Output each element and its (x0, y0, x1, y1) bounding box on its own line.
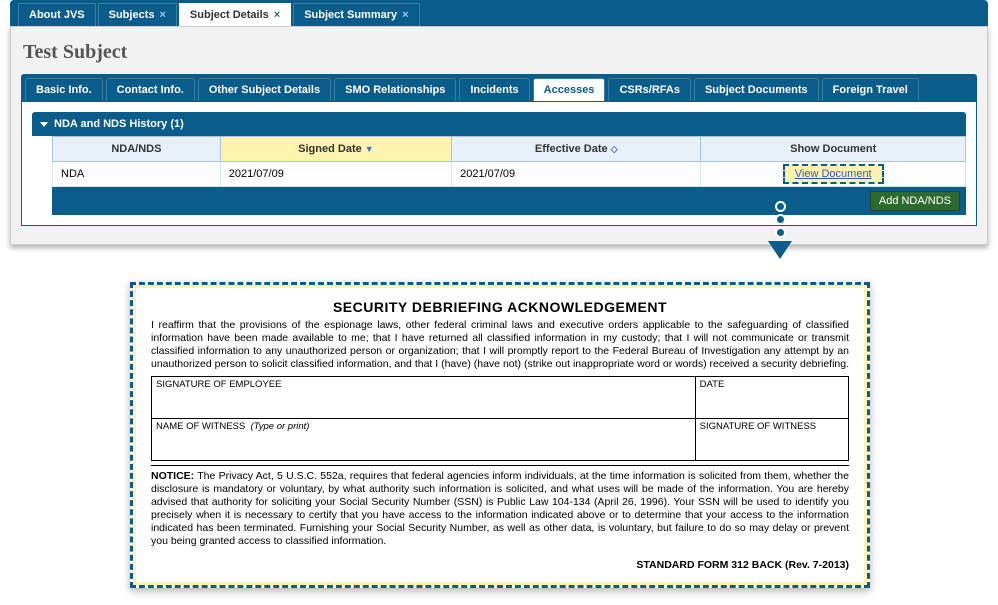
close-icon[interactable]: × (159, 9, 165, 21)
sig-employee-label: SIGNATURE OF EMPLOYEE (156, 379, 281, 390)
close-icon[interactable]: × (402, 9, 408, 21)
top-tab-bar: About JVS Subjects × Subject Details × S… (10, 0, 988, 26)
table-row: NDA 2021/07/09 2021/07/09 View Document (53, 162, 966, 187)
tab-subject-documents[interactable]: Subject Documents (694, 78, 819, 101)
tab-subject-summary[interactable]: Subject Summary × (293, 3, 419, 26)
type-or-print-hint: (Type or print) (250, 421, 309, 432)
sort-icon: ◇ (611, 144, 618, 154)
tab-label: Subjects (109, 9, 155, 21)
chevron-down-icon (40, 122, 48, 127)
arrow-down-icon (768, 241, 792, 259)
tab-subjects[interactable]: Subjects × (98, 3, 177, 26)
nda-nds-history-accordion[interactable]: NDA and NDS History (1) (32, 112, 966, 136)
cell-signed: 2021/07/09 (220, 162, 451, 187)
add-nda-nds-button[interactable]: Add NDA/NDS (870, 191, 960, 211)
page-title: Test Subject (23, 41, 977, 64)
tab-label: About JVS (29, 9, 85, 21)
content-panel: Test Subject Basic Info. Contact Info. O… (10, 26, 988, 245)
document-title: SECURITY DEBRIEFING ACKNOWLEDGEMENT (151, 299, 849, 315)
accesses-panel: NDA and NDS History (1) NDA/NDS Signed D… (21, 101, 977, 226)
cell-effective: 2021/07/09 (452, 162, 701, 187)
col-label: Effective Date (535, 143, 608, 155)
document-notice: NOTICE: The Privacy Act, 5 U.S.C. 552a, … (151, 465, 849, 549)
col-show-document: Show Document (701, 137, 966, 162)
table-footer: Add NDA/NDS (52, 187, 966, 215)
dot-icon (775, 227, 786, 238)
col-label: Signed Date (298, 143, 362, 155)
col-nda-nds[interactable]: NDA/NDS (53, 137, 221, 162)
col-signed-date[interactable]: Signed Date ▼ (220, 137, 451, 162)
dot-icon (775, 201, 786, 212)
callout-connector (770, 200, 790, 285)
tab-smo-relationships[interactable]: SMO Relationships (334, 78, 456, 101)
tab-csrs-rfas[interactable]: CSRs/RFAs (608, 78, 691, 101)
tab-about-jvs[interactable]: About JVS (18, 3, 96, 26)
witness-name-label: NAME OF WITNESS (156, 421, 245, 432)
notice-text: The Privacy Act, 5 U.S.C. 552a, requires… (151, 470, 849, 548)
sort-desc-icon: ▼ (365, 144, 374, 154)
inner-tab-bar: Basic Info. Contact Info. Other Subject … (21, 74, 977, 101)
tab-subject-details[interactable]: Subject Details × (179, 3, 291, 26)
tab-incidents[interactable]: Incidents (459, 78, 529, 101)
sig-witness-label: SIGNATURE OF WITNESS (700, 421, 816, 432)
dot-icon (775, 214, 786, 225)
tab-foreign-travel[interactable]: Foreign Travel (822, 78, 919, 101)
cell-type: NDA (53, 162, 221, 187)
document-form-id: STANDARD FORM 312 BACK (Rev. 7-2013) (151, 559, 849, 571)
document-body: I reaffirm that the provisions of the es… (151, 319, 849, 372)
notice-label: NOTICE: (151, 470, 194, 482)
tab-basic-info[interactable]: Basic Info. (25, 78, 103, 101)
accordion-title: NDA and NDS History (1) (54, 118, 184, 130)
tab-label: Subject Details (190, 9, 269, 21)
tab-other-details[interactable]: Other Subject Details (198, 78, 331, 101)
tab-label: Subject Summary (304, 9, 397, 21)
col-effective-date[interactable]: Effective Date ◇ (452, 137, 701, 162)
document-preview-callout: SECURITY DEBRIEFING ACKNOWLEDGEMENT I re… (130, 282, 870, 588)
signature-table: SIGNATURE OF EMPLOYEE DATE NAME OF WITNE… (151, 376, 849, 461)
table-header-row: NDA/NDS Signed Date ▼ Effective Date ◇ S… (53, 137, 966, 162)
view-document-link[interactable]: View Document (783, 164, 884, 184)
tab-contact-info[interactable]: Contact Info. (106, 78, 195, 101)
cell-show-doc: View Document (701, 162, 966, 187)
tab-accesses[interactable]: Accesses (533, 78, 606, 101)
close-icon[interactable]: × (274, 9, 280, 21)
nda-nds-table: NDA/NDS Signed Date ▼ Effective Date ◇ S… (52, 136, 966, 187)
date-label: DATE (700, 379, 725, 390)
